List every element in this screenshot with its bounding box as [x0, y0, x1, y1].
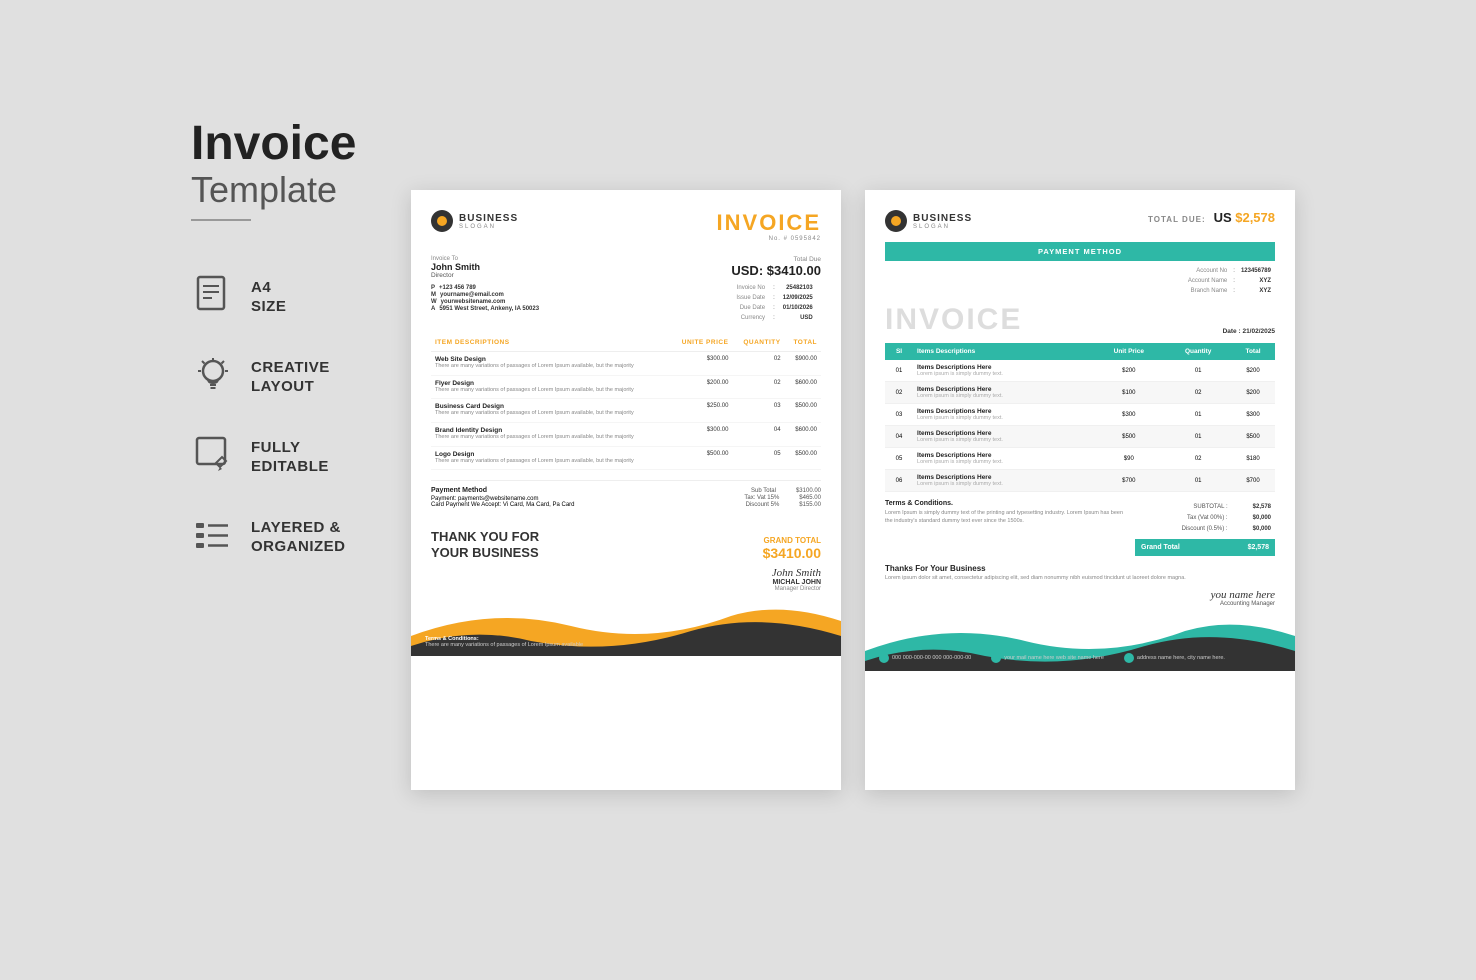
inv1-items-table: ITEM DESCRIPTIONS UNITE PRICE QUANTITY T… [431, 334, 821, 470]
inv1-payment-left: Payment Method Payment: payments@website… [431, 487, 575, 508]
brand-circle-1 [431, 210, 453, 232]
table-row: 02 Items Descriptions HereLorem ipsum is… [885, 382, 1275, 404]
table-row: Brand Identity DesignThere are many vari… [431, 423, 821, 447]
table-row: 03 Items Descriptions HereLorem ipsum is… [885, 404, 1275, 426]
feature-editable: FULLYEDITABLE [191, 435, 361, 479]
inv2-bottom: Terms & Conditions. Lorem Ipsum is simpl… [885, 500, 1275, 556]
table-row: Flyer DesignThere are many variations of… [431, 375, 821, 399]
inv2-invoice-section: INVOICE Date : 21/02/2025 [885, 305, 1275, 335]
brand-name-2: BUSINESS [913, 213, 972, 224]
inv2-signature: you name here Accounting Manager [885, 589, 1275, 611]
feature-layered-label: LAYERED &ORGANIZED [251, 518, 346, 557]
inv2-total-due: TOTAL DUE: US $2,578 [1148, 210, 1275, 225]
col-total-header: TOTAL [785, 334, 821, 352]
table-row: Business Card DesignThere are many varia… [431, 399, 821, 423]
address-row: A5951 West Street, Ankeny, IA 50023 [431, 306, 543, 312]
lightbulb-icon [191, 355, 235, 399]
col-price-header: UNITE PRICE [669, 334, 732, 352]
inv1-signature: John Smith MICHAL JOHN Manager Director [431, 567, 821, 596]
inv1-total-block: Total Due USD: $3410.00 [731, 256, 821, 278]
feature-editable-label: FULLYEDITABLE [251, 438, 329, 477]
sidebar-title-sub: Template [191, 168, 361, 211]
sidebar-title-main: Invoice [191, 120, 361, 168]
wave-contact: 000 000-000-00 000 000-000-00 your mail … [879, 653, 1281, 663]
table-row: 04 Items Descriptions HereLorem ipsum is… [885, 426, 1275, 448]
feature-creative: CREATIVELAYOUT [191, 355, 361, 399]
client-name: John Smith [431, 262, 543, 272]
invoices-container: BUSINESS SLOGAN INVOICE No. # 0595842 In… [391, 150, 1315, 830]
wave-terms: Terms & Conditions: There are many varia… [425, 636, 583, 648]
table-row: Logo DesignThere are many variations of … [431, 446, 821, 470]
brand-slogan-1: SLOGAN [459, 224, 518, 230]
inv2-body: BUSINESS SLOGAN TOTAL DUE: US $2,578 PAY… [865, 190, 1295, 611]
brand-name-1: BUSINESS [459, 213, 518, 224]
brand-text-1: BUSINESS SLOGAN [459, 213, 518, 230]
phone-row: P+123 456 789 [431, 285, 543, 291]
invoice-page-2: BUSINESS SLOGAN TOTAL DUE: US $2,578 PAY… [865, 190, 1295, 790]
inv1-payment-section: Payment Method Payment: payments@website… [431, 480, 821, 515]
invoice-page-1: BUSINESS SLOGAN INVOICE No. # 0595842 In… [411, 190, 841, 790]
inv1-title: INVOICE [717, 210, 821, 236]
inv1-payment-right: Sub Total$3100.00 Tax: Vat 15%$465.00 Di… [744, 487, 821, 509]
list-icon [191, 515, 235, 559]
inv1-body: BUSINESS SLOGAN INVOICE No. # 0595842 In… [411, 190, 841, 596]
inv1-client-row: Invoice To John Smith Director P+123 456… [431, 256, 821, 324]
email-row: Myourname@email.com [431, 292, 543, 298]
inv1-meta: Invoice No:25482103 Issue Date:12/09/202… [731, 282, 821, 324]
inv2-terms: Terms & Conditions. Lorem Ipsum is simpl… [885, 500, 1125, 556]
pencil-icon [191, 435, 235, 479]
sidebar-title-block: Invoice Template [191, 120, 361, 229]
table-row: Web Site DesignThere are many variations… [431, 352, 821, 376]
brand-logo-1: BUSINESS SLOGAN [431, 210, 518, 232]
inv1-thankyou: THANK YOU FORYOUR BUSINESS [431, 529, 539, 560]
inv1-wave-footer: Terms & Conditions: There are many varia… [411, 596, 841, 656]
table-row: 06 Items Descriptions HereLorem ipsum is… [885, 470, 1275, 492]
inv1-right-meta: Total Due USD: $3410.00 Invoice No:25482… [731, 256, 821, 324]
feature-creative-label: CREATIVELAYOUT [251, 358, 330, 397]
feature-a4-label: A4Size [251, 278, 286, 317]
col-qty-header: QUANTITY [732, 334, 784, 352]
inv1-footer-content: THANK YOU FORYOUR BUSINESS GRAND TOTAL $… [431, 521, 821, 566]
inv2-totals: SUBTOTAL :$2,578 Tax (Vat 00%) :$0,000 D… [1135, 500, 1275, 556]
sidebar: Invoice Template A4Size [161, 0, 391, 599]
inv2-payment-bar: PAYMENT METHOD [885, 242, 1275, 261]
web-row: Wyourwebsitename.com [431, 299, 543, 305]
inv2-grand-total: Grand Total $2,578 [1135, 539, 1275, 556]
inv2-header: BUSINESS SLOGAN TOTAL DUE: US $2,578 [885, 210, 1275, 232]
inv2-date: Date : 21/02/2025 [1223, 328, 1275, 335]
page-wrapper: Invoice Template A4Size [0, 0, 1476, 980]
brand-circle-2 [885, 210, 907, 232]
table-row: 01 Items Descriptions HereLorem ipsum is… [885, 360, 1275, 382]
feature-a4: A4Size [191, 275, 361, 319]
inv1-client-info: Invoice To John Smith Director P+123 456… [431, 256, 543, 324]
inv2-account-info: Account No:123456789 Account Name:XYZ Br… [885, 265, 1275, 297]
inv2-items-table: Sl Items Descriptions Unit Price Quantit… [885, 343, 1275, 492]
feature-layered: LAYERED &ORGANIZED [191, 515, 361, 559]
inv2-thanks: Thanks For Your Business Lorem ipsum dol… [885, 564, 1275, 583]
inv2-wave-footer: 000 000-000-00 000 000-000-00 your mail … [865, 611, 1295, 671]
inv1-header: BUSINESS SLOGAN INVOICE No. # 0595842 [431, 210, 821, 242]
brand-text-2: BUSINESS SLOGAN [913, 213, 972, 230]
inv1-grandtotal-block: GRAND TOTAL $3410.00 [763, 536, 821, 561]
document-icon [191, 275, 235, 319]
col-description-header: ITEM DESCRIPTIONS [431, 334, 669, 352]
brand-logo-2: BUSINESS SLOGAN [885, 210, 972, 232]
brand-slogan-2: SLOGAN [913, 224, 972, 230]
inv1-title-block: INVOICE No. # 0595842 [717, 210, 821, 242]
client-role: Director [431, 272, 543, 279]
inv1-number: No. # 0595842 [717, 236, 821, 242]
sidebar-divider [191, 219, 251, 221]
table-row: 05 Items Descriptions HereLorem ipsum is… [885, 448, 1275, 470]
